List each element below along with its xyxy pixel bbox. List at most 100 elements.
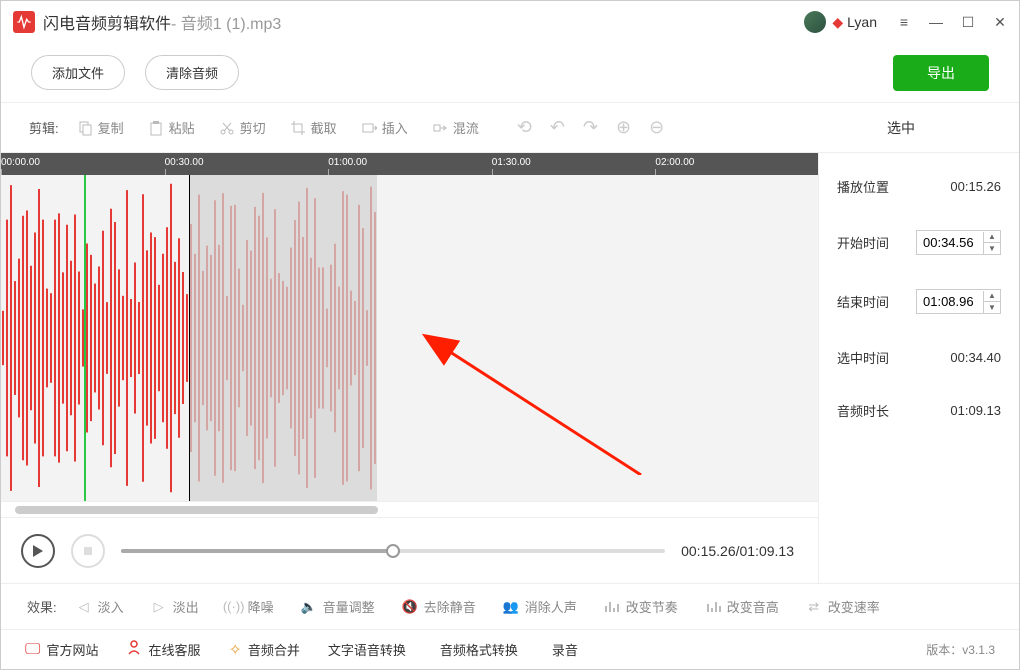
scissors-icon [219, 120, 235, 136]
merge-icon: ✧ [228, 640, 241, 660]
mix-icon [432, 120, 448, 136]
crop-tool[interactable]: 截取 [290, 118, 337, 137]
selected-duration-value: 00:34.40 [950, 350, 1001, 365]
volume-icon: 🔈 [300, 599, 318, 615]
silence-icon: 🔇 [401, 599, 419, 615]
noise-reduce-effect[interactable]: ((·))降噪 [225, 597, 274, 616]
progress-knob[interactable] [386, 544, 400, 558]
waveform-column: 00:00.0000:30.0001:00.0001:30.0002:00.00… [1, 153, 819, 583]
user-avatar[interactable] [804, 11, 826, 33]
start-down-arrow[interactable]: ▼ [984, 243, 1000, 254]
top-toolbar: 添加文件 清除音频 导出 [1, 43, 1019, 103]
playhead-indicator[interactable] [84, 175, 86, 501]
play-button[interactable] [21, 534, 55, 568]
mix-tool[interactable]: 混流 [432, 118, 479, 137]
speed-icon: ⇄ [805, 599, 823, 615]
ruler-tick: 02:00.00 [655, 157, 694, 168]
paste-tool[interactable]: 粘贴 [148, 118, 195, 137]
speed-effect[interactable]: ⇄改变速率 [805, 597, 880, 616]
remove-silence-effect[interactable]: 🔇去除静音 [401, 597, 476, 616]
app-title: 闪电音频剪辑软件 [43, 10, 171, 34]
history-buttons: ⟲ ↶ ↷ [517, 117, 598, 138]
close-button[interactable]: ✕ [993, 15, 1007, 29]
main-area: 00:00.0000:30.0001:00.0001:30.0002:00.00… [1, 153, 1019, 583]
volume-effect[interactable]: 🔈音量调整 [300, 597, 375, 616]
export-button[interactable]: 导出 [893, 55, 989, 91]
noise-icon: ((·)) [225, 599, 243, 615]
paste-icon [148, 120, 164, 136]
start-time-input[interactable] [917, 231, 983, 254]
version-label: 版本：v3.1.3 [926, 641, 995, 658]
menu-button[interactable]: ≡ [897, 15, 911, 29]
record-link[interactable]: 录音 [552, 640, 578, 659]
remove-vocal-effect[interactable]: 👥消除人声 [502, 597, 577, 616]
tempo-icon [603, 599, 621, 615]
support-icon [126, 639, 142, 660]
file-name: - 音频1 (1).mp3 [171, 10, 281, 34]
support-link[interactable]: 在线客服 [126, 639, 200, 660]
pitch-effect[interactable]: 改变音高 [704, 597, 779, 616]
titlebar: 闪电音频剪辑软件 - 音频1 (1).mp3 ◆ Lyan ≡ — ☐ ✕ [1, 1, 1019, 43]
ruler-tick: 00:30.00 [165, 157, 204, 168]
add-file-button[interactable]: 添加文件 [31, 55, 125, 90]
end-time-input[interactable] [917, 290, 983, 313]
undo-icon[interactable]: ↶ [550, 117, 565, 138]
end-down-arrow[interactable]: ▼ [984, 302, 1000, 313]
selection-header: 选中 [811, 118, 991, 138]
monitor-icon: 🖵 [25, 641, 40, 659]
scrollbar-thumb[interactable] [15, 506, 378, 514]
audio-merge-link[interactable]: ✧音频合并 [228, 640, 299, 660]
fx-label: 效果: [27, 597, 57, 616]
window-controls: ≡ — ☐ ✕ [897, 15, 1007, 29]
selected-duration-row: 选中时间 00:34.40 [837, 348, 1001, 367]
fade-in-effect[interactable]: ◁淡入 [75, 597, 124, 616]
progress-bar[interactable] [121, 549, 665, 553]
zoom-out-icon[interactable]: ⊖ [649, 117, 664, 138]
ruler-tick: 01:00.00 [328, 157, 367, 168]
zoom-in-icon[interactable]: ⊕ [616, 117, 631, 138]
selection-region[interactable] [189, 175, 377, 501]
zoom-buttons: ⊕ ⊖ [616, 117, 664, 138]
end-time-stepper[interactable]: ▲▼ [916, 289, 1001, 314]
audio-duration-row: 音频时长 01:09.13 [837, 401, 1001, 420]
start-time-stepper[interactable]: ▲▼ [916, 230, 1001, 255]
insert-icon [361, 120, 377, 136]
maximize-button[interactable]: ☐ [961, 15, 975, 29]
cut-tool[interactable]: 剪切 [219, 118, 266, 137]
side-panel: 播放位置 00:15.26 开始时间 ▲▼ 结束时间 ▲▼ 选中时间 00:34 [819, 153, 1019, 583]
insert-tool[interactable]: 插入 [361, 118, 408, 137]
edit-label: 剪辑: [29, 118, 59, 137]
copy-tool[interactable]: 复制 [77, 118, 124, 137]
edit-toolbar: 剪辑: 复制 粘贴 剪切 截取 插入 混流 ⟲ ↶ ↷ ⊕ ⊖ 选中 [1, 103, 1019, 153]
effects-toolbar: 效果: ◁淡入 ▷淡出 ((·))降噪 🔈音量调整 🔇去除静音 👥消除人声 改变… [1, 583, 1019, 629]
play-position-value: 00:15.26 [950, 179, 1001, 194]
tts-link[interactable]: 文字语音转换 [328, 640, 406, 659]
fade-out-icon: ▷ [150, 599, 168, 615]
audio-duration-value: 01:09.13 [950, 403, 1001, 418]
start-up-arrow[interactable]: ▲ [984, 232, 1000, 243]
user-name[interactable]: Lyan [847, 14, 877, 30]
app-window: 闪电音频剪辑软件 - 音频1 (1).mp3 ◆ Lyan ≡ — ☐ ✕ 添加… [0, 0, 1020, 670]
minimize-button[interactable]: — [929, 15, 943, 29]
play-position-row: 播放位置 00:15.26 [837, 177, 1001, 196]
end-up-arrow[interactable]: ▲ [984, 291, 1000, 302]
clear-audio-button[interactable]: 清除音频 [145, 55, 239, 90]
footer: 🖵官方网站 在线客服 ✧音频合并 文字语音转换 音频格式转换 录音 版本：v3.… [1, 629, 1019, 669]
format-convert-link[interactable]: 音频格式转换 [440, 640, 518, 659]
undo-all-icon[interactable]: ⟲ [517, 117, 532, 138]
start-time-row: 开始时间 ▲▼ [837, 230, 1001, 255]
fade-out-effect[interactable]: ▷淡出 [150, 597, 199, 616]
redo-icon[interactable]: ↷ [583, 117, 598, 138]
ruler-tick: 01:30.00 [492, 157, 531, 168]
crop-icon [290, 120, 306, 136]
playback-controls: 00:15.26/01:09.13 [1, 517, 818, 583]
official-site-link[interactable]: 🖵官方网站 [25, 640, 98, 659]
horizontal-scrollbar[interactable] [1, 501, 818, 517]
time-display: 00:15.26/01:09.13 [681, 543, 794, 559]
stop-button[interactable] [71, 534, 105, 568]
premium-icon: ◆ [832, 14, 843, 31]
time-ruler[interactable]: 00:00.0000:30.0001:00.0001:30.0002:00.00 [1, 153, 818, 175]
waveform-canvas[interactable] [1, 175, 818, 501]
selection-cursor[interactable] [189, 175, 190, 501]
tempo-effect[interactable]: 改变节奏 [603, 597, 678, 616]
